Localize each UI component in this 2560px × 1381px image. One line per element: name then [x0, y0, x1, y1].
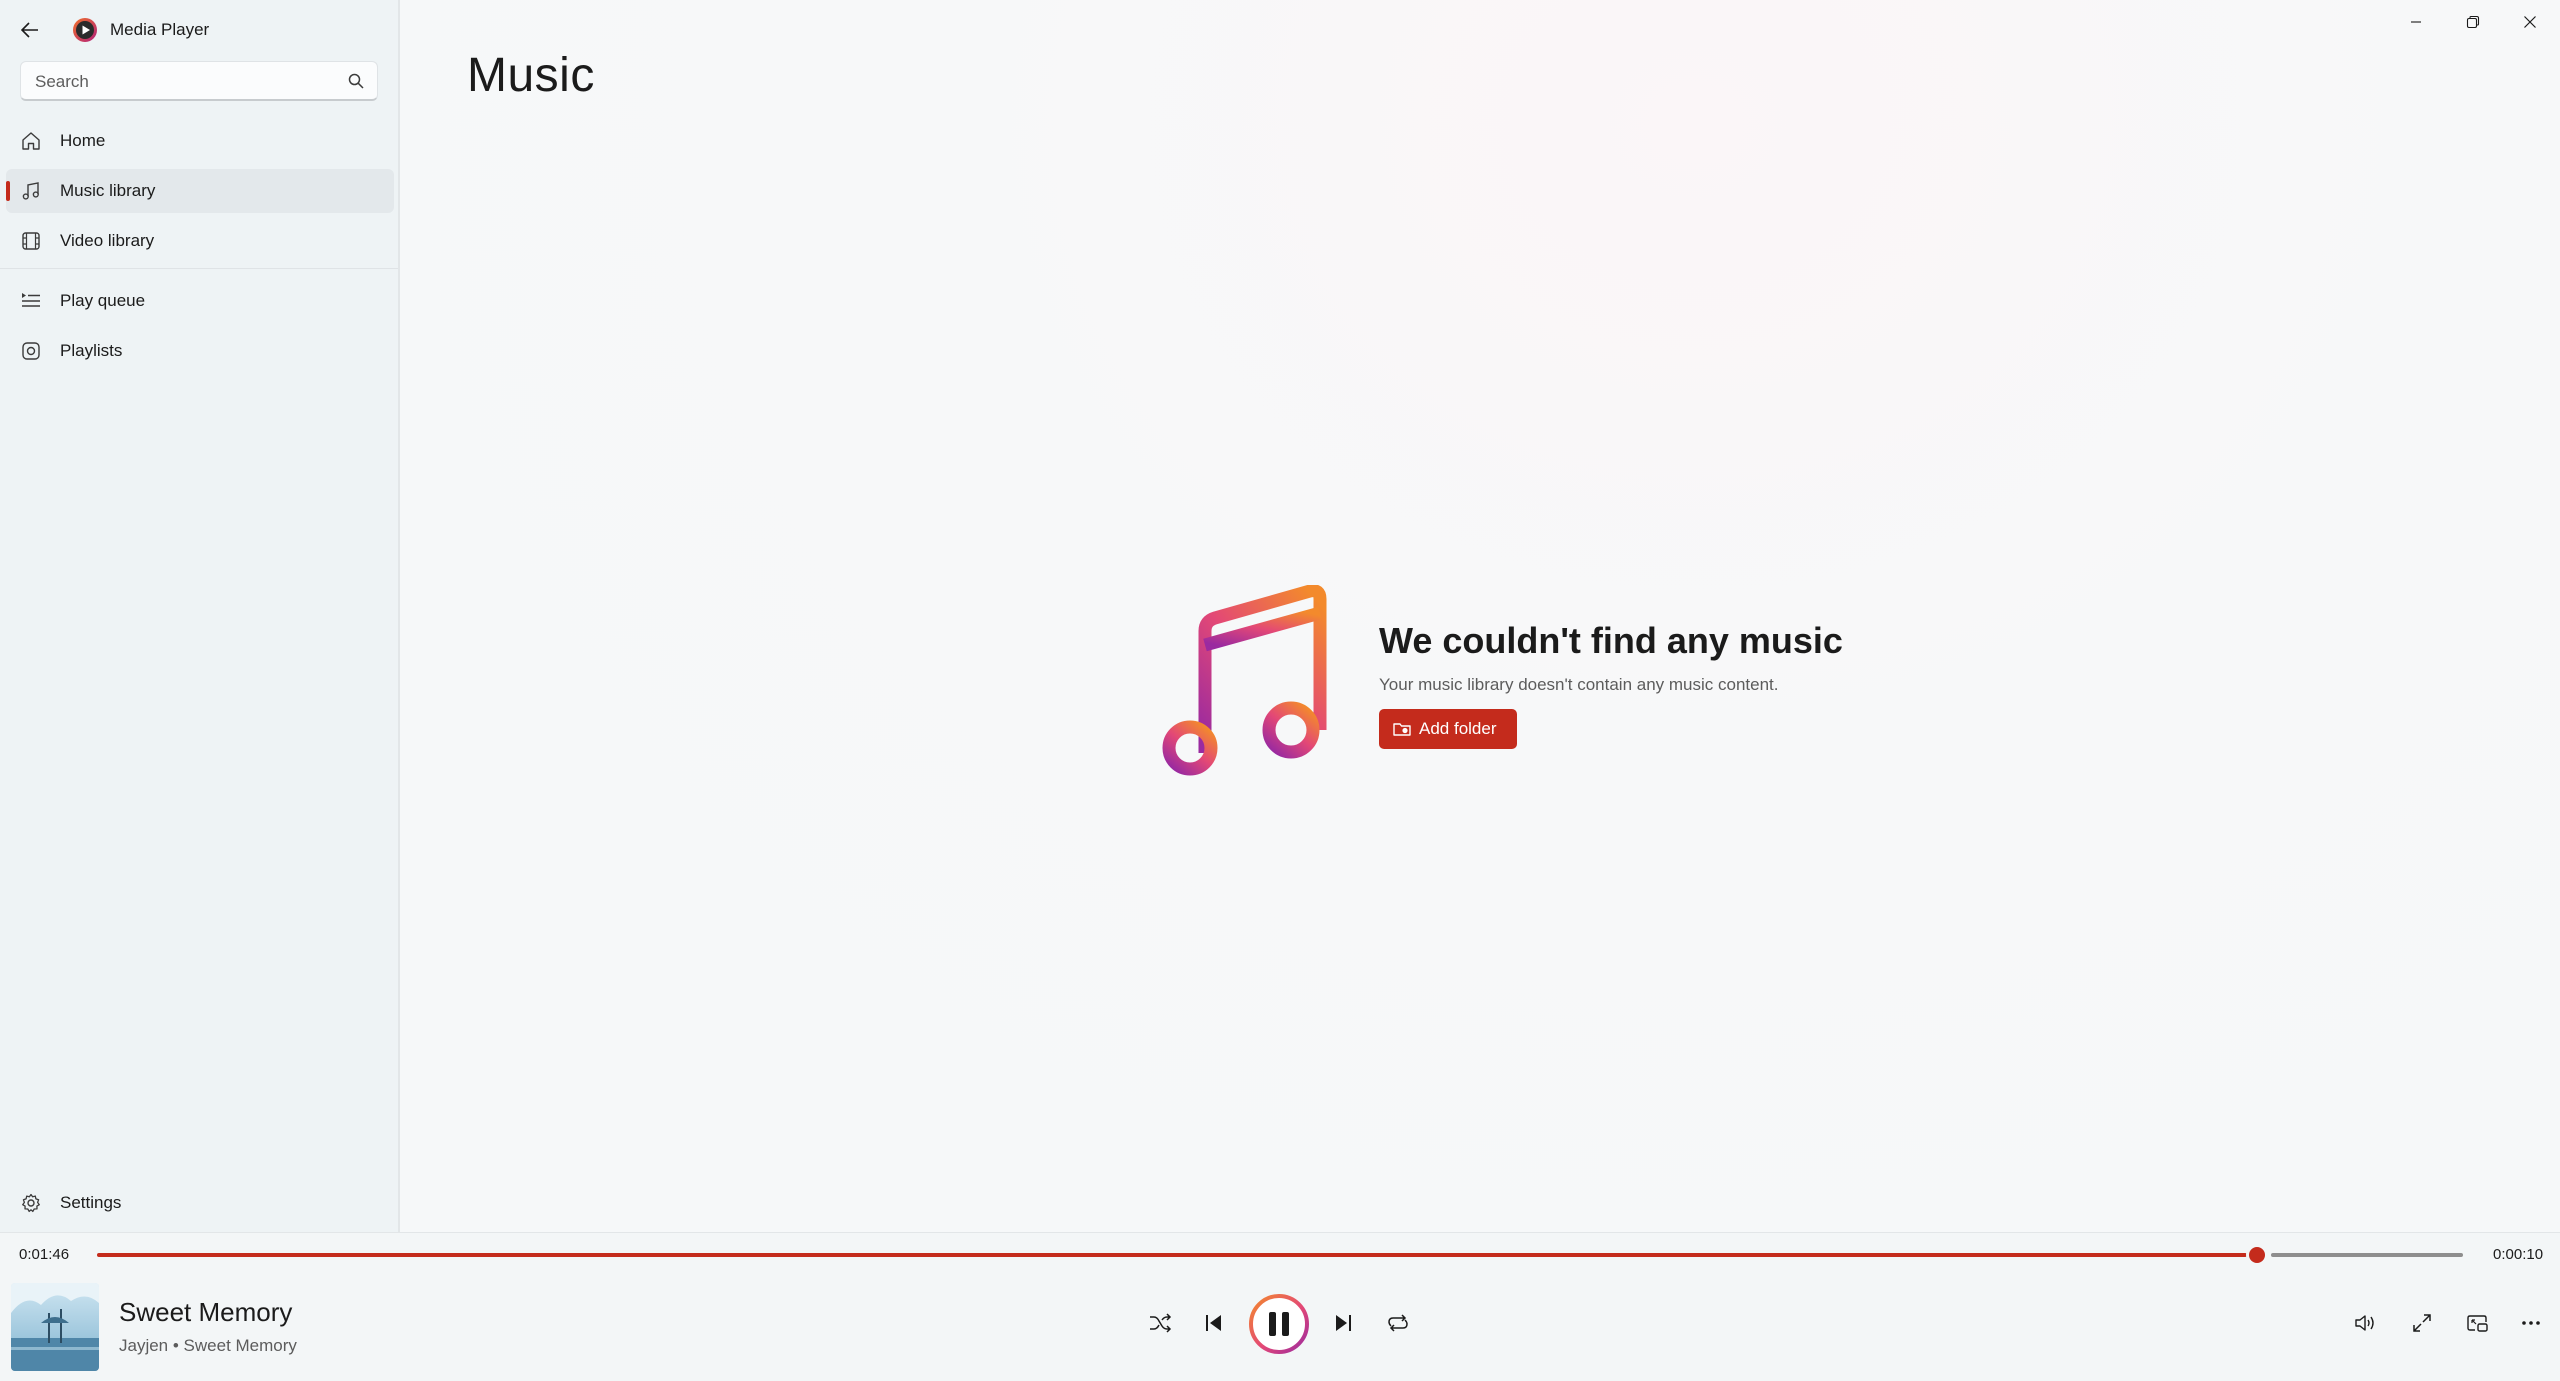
more-icon	[2522, 1321, 2540, 1325]
search-input[interactable]	[33, 62, 337, 102]
next-button[interactable]	[1327, 1307, 1359, 1339]
shuffle-icon	[1150, 1313, 1172, 1333]
elapsed-time: 0:01:46	[19, 1246, 70, 1263]
close-button[interactable]	[2507, 6, 2553, 38]
sidebar: Media Player Home Music library Video li…	[0, 0, 400, 1232]
seek-remaining	[2271, 1253, 2463, 1257]
shuffle-button[interactable]	[1144, 1307, 1176, 1339]
sidebar-item-play-queue[interactable]: Play queue	[6, 279, 394, 323]
music-note-icon	[1162, 585, 1327, 776]
home-icon	[22, 132, 40, 150]
mini-player-icon	[2467, 1315, 2488, 1332]
app-title: Media Player	[110, 20, 210, 39]
page-title: Music	[467, 49, 595, 102]
restore-icon	[2466, 15, 2480, 29]
minimize-icon	[2411, 21, 2421, 23]
seek-thumb[interactable]	[2249, 1247, 2265, 1263]
mini-player-button[interactable]	[2461, 1307, 2493, 1339]
pause-button[interactable]	[1248, 1293, 1310, 1355]
film-icon	[22, 232, 40, 250]
player-bar: 0:01:46 0:00:10 Sweet Memory Jayjen • Sw…	[0, 1232, 2560, 1381]
music-note-icon	[22, 182, 39, 200]
previous-button[interactable]	[1198, 1307, 1230, 1339]
sidebar-item-playlists[interactable]: Playlists	[6, 329, 394, 373]
queue-icon	[22, 293, 40, 307]
sidebar-item-label: Playlists	[60, 341, 123, 360]
add-folder-icon	[1393, 723, 1411, 736]
volume-button[interactable]	[2350, 1307, 2382, 1339]
playlist-icon	[22, 342, 40, 360]
expand-icon	[2413, 1314, 2431, 1332]
sidebar-item-label: Music library	[60, 181, 156, 200]
empty-state-subtitle: Your music library doesn't contain any m…	[1379, 675, 1779, 694]
empty-state-title: We couldn't find any music	[1379, 620, 1843, 661]
sidebar-item-label: Play queue	[60, 291, 146, 310]
sidebar-item-label: Home	[60, 131, 106, 150]
search-box[interactable]	[20, 61, 378, 102]
minimize-button[interactable]	[2393, 6, 2439, 38]
media-player-logo-icon	[72, 17, 98, 43]
add-folder-label: Add folder	[1419, 719, 1497, 738]
song-artist-album[interactable]: Jayjen • Sweet Memory	[119, 1336, 297, 1356]
sidebar-item-music-library[interactable]: Music library	[6, 169, 394, 213]
song-title[interactable]: Sweet Memory	[119, 1297, 292, 1328]
volume-icon	[2355, 1315, 2374, 1331]
add-folder-button[interactable]: Add folder	[1379, 709, 1517, 749]
album-art[interactable]	[11, 1283, 99, 1371]
restore-button[interactable]	[2450, 6, 2496, 38]
back-button[interactable]	[14, 16, 46, 44]
search-icon[interactable]	[347, 72, 365, 90]
sidebar-item-settings[interactable]: Settings	[6, 1181, 394, 1225]
repeat-icon	[1388, 1314, 1408, 1332]
sidebar-item-label: Video library	[60, 231, 155, 250]
next-icon	[1336, 1315, 1351, 1331]
active-indicator	[6, 181, 10, 201]
repeat-button[interactable]	[1382, 1307, 1414, 1339]
sidebar-item-home[interactable]: Home	[6, 119, 394, 163]
seek-played	[97, 1253, 2247, 1257]
sidebar-divider	[0, 268, 398, 269]
seek-bar[interactable]	[97, 1247, 2463, 1263]
more-options-button[interactable]	[2515, 1307, 2547, 1339]
sidebar-item-video-library[interactable]: Video library	[6, 219, 394, 263]
remaining-time: 0:00:10	[2493, 1246, 2544, 1263]
main-content	[400, 0, 2560, 1232]
previous-icon	[1206, 1315, 1221, 1331]
fullscreen-button[interactable]	[2406, 1307, 2438, 1339]
close-icon	[2524, 16, 2536, 28]
back-arrow-icon	[21, 22, 38, 38]
sidebar-item-label: Settings	[60, 1193, 122, 1212]
gear-icon	[22, 1193, 40, 1213]
pause-icon	[1249, 1294, 1309, 1354]
